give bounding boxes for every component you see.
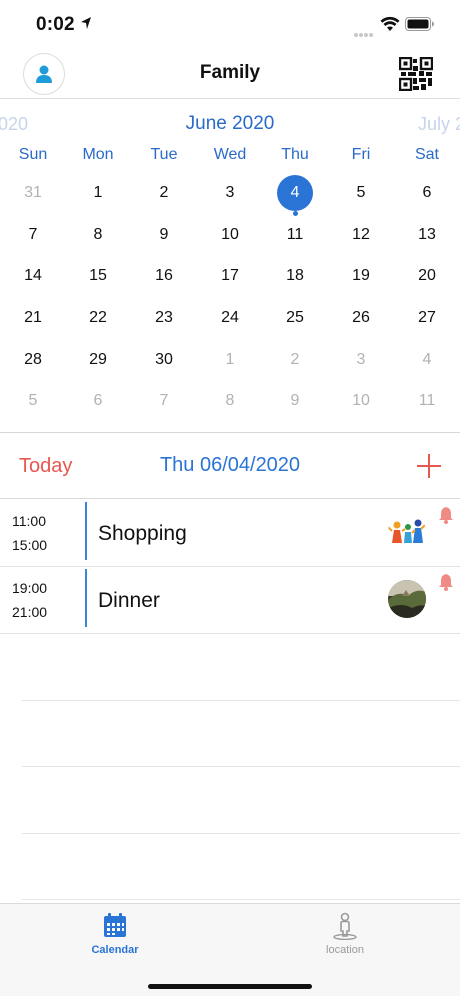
tab-location[interactable]: location <box>285 912 405 964</box>
day-cell[interactable]: 24 <box>210 298 250 338</box>
day-cell[interactable]: 31 <box>13 173 53 213</box>
calendar-grid: 31 1 2 3 4 5 6 7 8 9 10 11 12 13 14 15 16 17 18 19 20 21 22 23 2… <box>0 172 460 428</box>
next-month-label[interactable]: July 2 <box>418 114 460 135</box>
weekday-label: Fri <box>351 146 371 163</box>
day-header: Today Thu 06/04/2020 <box>0 433 460 499</box>
event-color-bar <box>85 569 87 627</box>
empty-slot-divider <box>22 833 460 834</box>
day-cell[interactable]: 7 <box>144 381 184 421</box>
day-cell[interactable]: 2 <box>275 340 315 380</box>
weekday-label: Sat <box>414 146 439 163</box>
day-cell[interactable]: 5 <box>341 173 381 213</box>
weekday-header-row: Sun Mon Tue Wed Thu Fri Sat <box>0 146 460 168</box>
day-cell[interactable]: 23 <box>144 298 184 338</box>
bell-icon[interactable] <box>438 573 454 591</box>
event-end-time: 15:00 <box>12 537 48 553</box>
tab-bar: Calendar location <box>0 903 460 996</box>
empty-slot-divider <box>22 899 460 900</box>
home-indicator <box>148 984 312 989</box>
add-event-button[interactable] <box>416 453 442 479</box>
current-month-label: June 2020 <box>185 113 275 134</box>
selected-day-cell[interactable]: 4 <box>277 175 313 211</box>
day-cell[interactable]: 18 <box>275 256 315 296</box>
day-cell[interactable]: 10 <box>341 381 381 421</box>
day-cell[interactable]: 20 <box>407 256 447 296</box>
weekday-label: Thu <box>281 146 309 163</box>
day-cell[interactable]: 8 <box>78 215 118 255</box>
bell-icon[interactable] <box>438 506 454 524</box>
weekday-label: Tue <box>150 146 178 163</box>
day-cell[interactable]: 11 <box>275 215 315 255</box>
day-cell[interactable]: 10 <box>210 215 250 255</box>
day-cell[interactable]: 9 <box>144 215 184 255</box>
empty-slot-divider <box>22 700 460 701</box>
event-start-time: 19:00 <box>12 580 48 596</box>
empty-slot-divider <box>22 766 460 767</box>
event-row[interactable]: 19:00 21:00 Dinner <box>0 567 460 634</box>
event-title: Shopping <box>98 522 187 545</box>
calendar-icon <box>104 913 126 937</box>
landscape-photo <box>388 580 426 618</box>
day-cell[interactable]: 6 <box>407 173 447 213</box>
weekday-label: Mon <box>82 146 114 163</box>
day-cell[interactable]: 30 <box>144 340 184 380</box>
day-cell[interactable]: 29 <box>78 340 118 380</box>
day-cell[interactable]: 1 <box>78 173 118 213</box>
day-cell[interactable]: 5 <box>13 381 53 421</box>
status-time: 0:02 <box>36 14 75 35</box>
tab-calendar[interactable]: Calendar <box>55 912 175 964</box>
event-row[interactable]: 11:00 15:00 Shopping <box>0 500 460 567</box>
day-cell[interactable]: 28 <box>13 340 53 380</box>
selected-date-title: Thu 06/04/2020 <box>159 454 301 476</box>
status-bar: 0:02 <box>0 0 460 48</box>
month-scroller[interactable]: 2020 June 2020 July 2 <box>0 108 460 138</box>
battery-icon <box>405 17 434 31</box>
day-cell[interactable]: 9 <box>275 381 315 421</box>
day-cell[interactable]: 27 <box>407 298 447 338</box>
weekday-label: Wed <box>213 146 247 163</box>
weekday-label: Sun <box>18 146 48 163</box>
day-cell[interactable]: 4 <box>407 340 447 380</box>
day-cell[interactable]: 26 <box>341 298 381 338</box>
family-icon <box>388 519 426 543</box>
day-cell[interactable]: 7 <box>13 215 53 255</box>
person-location-icon <box>333 912 357 940</box>
page-title: Family <box>199 62 261 83</box>
day-cell[interactable]: 1 <box>210 340 250 380</box>
day-cell[interactable]: 3 <box>341 340 381 380</box>
day-cell[interactable]: 11 <box>407 381 447 421</box>
day-cell[interactable]: 22 <box>78 298 118 338</box>
day-cell[interactable]: 16 <box>144 256 184 296</box>
tab-calendar-label: Calendar <box>91 944 139 956</box>
tab-location-label: location <box>326 944 364 956</box>
day-cell[interactable]: 17 <box>210 256 250 296</box>
day-cell[interactable]: 14 <box>13 256 53 296</box>
day-cell[interactable]: 3 <box>210 173 250 213</box>
day-cell[interactable]: 2 <box>144 173 184 213</box>
qr-code-button[interactable] <box>399 57 433 91</box>
day-cell[interactable]: 25 <box>275 298 315 338</box>
event-color-bar <box>85 502 87 560</box>
event-title: Dinner <box>98 589 160 612</box>
day-cell[interactable]: 6 <box>78 381 118 421</box>
nav-header: Family <box>0 48 460 99</box>
location-arrow-icon <box>81 17 91 29</box>
day-cell[interactable]: 8 <box>210 381 250 421</box>
day-cell[interactable]: 12 <box>341 215 381 255</box>
wifi-icon <box>380 16 400 31</box>
cellular-signal-icon <box>354 24 376 37</box>
event-start-time: 11:00 <box>12 513 46 529</box>
event-end-time: 21:00 <box>12 604 48 620</box>
day-cell[interactable]: 15 <box>78 256 118 296</box>
day-cell[interactable]: 13 <box>407 215 447 255</box>
day-cell[interactable]: 21 <box>13 298 53 338</box>
day-cell[interactable]: 19 <box>341 256 381 296</box>
